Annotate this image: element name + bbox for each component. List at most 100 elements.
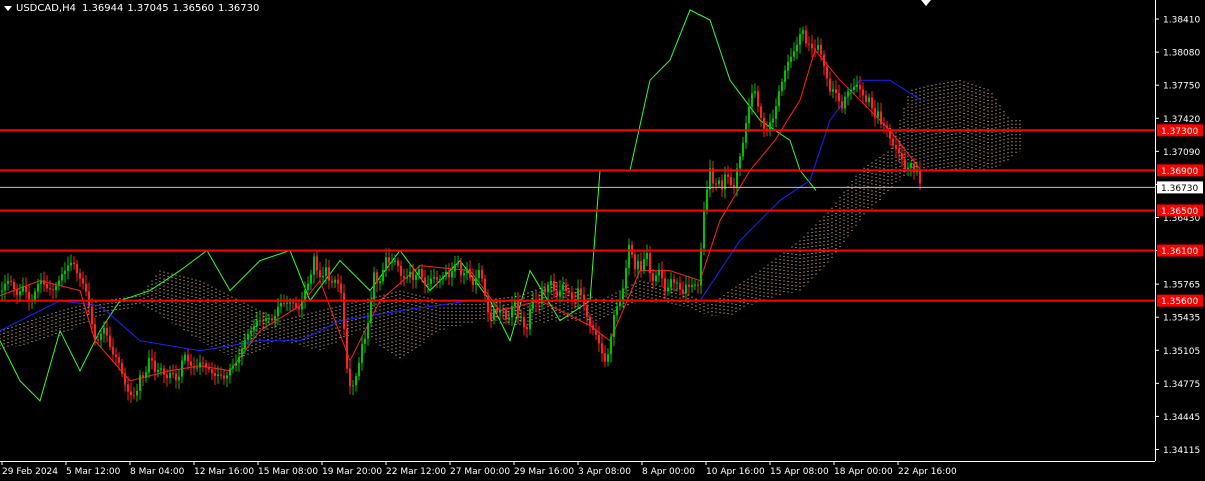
y-tick-label: 1.37420	[1163, 115, 1200, 125]
candle-body	[451, 271, 453, 278]
candle-body	[538, 302, 540, 304]
candle-body	[445, 271, 447, 277]
candle-body	[517, 301, 519, 318]
candle-body	[316, 256, 318, 271]
candle-body	[778, 91, 780, 107]
y-tick-label: 1.35765	[1163, 281, 1200, 291]
candle-body	[205, 363, 207, 368]
candle-body	[598, 334, 600, 344]
candle-body	[259, 320, 261, 322]
candle-body	[763, 117, 765, 129]
candle-body	[721, 180, 723, 190]
candle-body	[19, 291, 21, 296]
candle-body	[466, 268, 468, 273]
candle-body	[841, 101, 843, 109]
candle-body	[184, 354, 186, 361]
level-price-label: 1.37300	[1161, 127, 1198, 137]
candle-body	[625, 268, 627, 289]
candle-body	[232, 365, 234, 369]
candle-body	[613, 315, 615, 338]
candle-body	[250, 330, 252, 334]
candle-body	[190, 361, 192, 366]
x-tick-label: 12 Mar 16:00	[194, 467, 254, 477]
candle-body	[511, 306, 513, 318]
candle-body	[139, 375, 141, 391]
candle-body	[565, 284, 567, 291]
candle-body	[160, 368, 162, 371]
candle-body	[25, 286, 27, 292]
candle-body	[292, 302, 294, 304]
candle-body	[277, 306, 279, 317]
candle-body	[700, 248, 702, 286]
x-tick-label: 18 Apr 00:00	[834, 467, 893, 477]
x-tick-label: 15 Mar 08:00	[258, 467, 318, 477]
candle-body	[904, 159, 906, 170]
price-chart[interactable]: 1.38410 1.38080 1.37750 1.37420 1.37090 1.367…	[0, 0, 1205, 481]
candle-body	[514, 301, 516, 307]
candle-body	[409, 272, 411, 278]
candle-body	[220, 374, 222, 376]
candle-body	[730, 177, 732, 186]
candle-body	[568, 290, 570, 293]
candle-body	[172, 373, 174, 375]
candle-body	[10, 280, 12, 282]
candle-body	[133, 395, 135, 397]
candle-body	[328, 267, 330, 281]
candle-body	[742, 142, 744, 157]
candle-body	[592, 325, 594, 330]
candle-body	[580, 288, 582, 295]
candle-body	[502, 309, 504, 311]
candle-body	[67, 265, 69, 271]
candle-body	[337, 279, 339, 284]
level-price-label: 1.35600	[1161, 297, 1198, 307]
candle-body	[229, 368, 231, 376]
candle-body	[544, 288, 546, 293]
candle-body	[106, 328, 108, 336]
candle-body	[628, 244, 630, 269]
candle-body	[859, 84, 861, 90]
candle-body	[874, 108, 876, 118]
candle-body	[871, 97, 873, 109]
candle-body	[166, 374, 168, 378]
candle-body	[661, 269, 663, 279]
candle-body	[373, 272, 375, 300]
candle-body	[772, 118, 774, 123]
candle-body	[796, 44, 798, 52]
candle-body	[715, 183, 717, 185]
candle-body	[520, 316, 522, 318]
candle-body	[43, 280, 45, 285]
candle-body	[298, 307, 300, 310]
candle-body	[34, 291, 36, 301]
candle-body	[862, 89, 864, 96]
candle-body	[385, 257, 387, 271]
candle-body	[301, 300, 303, 310]
candle-body	[100, 333, 102, 341]
candle-body	[64, 270, 66, 275]
candle-body	[124, 373, 126, 385]
level-price-label: 1.36900	[1161, 167, 1198, 177]
candle-body	[754, 91, 756, 94]
candle-body	[103, 328, 105, 334]
candle-body	[307, 283, 309, 291]
candle-body	[880, 111, 882, 125]
candle-body	[559, 290, 561, 297]
candle-body	[256, 320, 258, 327]
candle-body	[748, 106, 750, 124]
candle-body	[478, 269, 480, 279]
current-price-label: 1.36730	[1161, 184, 1198, 194]
candle-body	[346, 329, 348, 369]
candle-body	[4, 283, 6, 291]
candle-body	[706, 189, 708, 210]
candle-body	[610, 337, 612, 355]
candle-body	[175, 373, 177, 381]
level-price-label: 1.36500	[1161, 207, 1198, 217]
candle-body	[508, 317, 510, 320]
candle-body	[271, 318, 273, 321]
candle-body	[352, 385, 354, 387]
candle-body	[1, 290, 3, 292]
candle-body	[829, 78, 831, 92]
candle-body	[145, 372, 147, 378]
candle-body	[304, 290, 306, 301]
candle-body	[787, 61, 789, 71]
candle-body	[196, 367, 198, 369]
